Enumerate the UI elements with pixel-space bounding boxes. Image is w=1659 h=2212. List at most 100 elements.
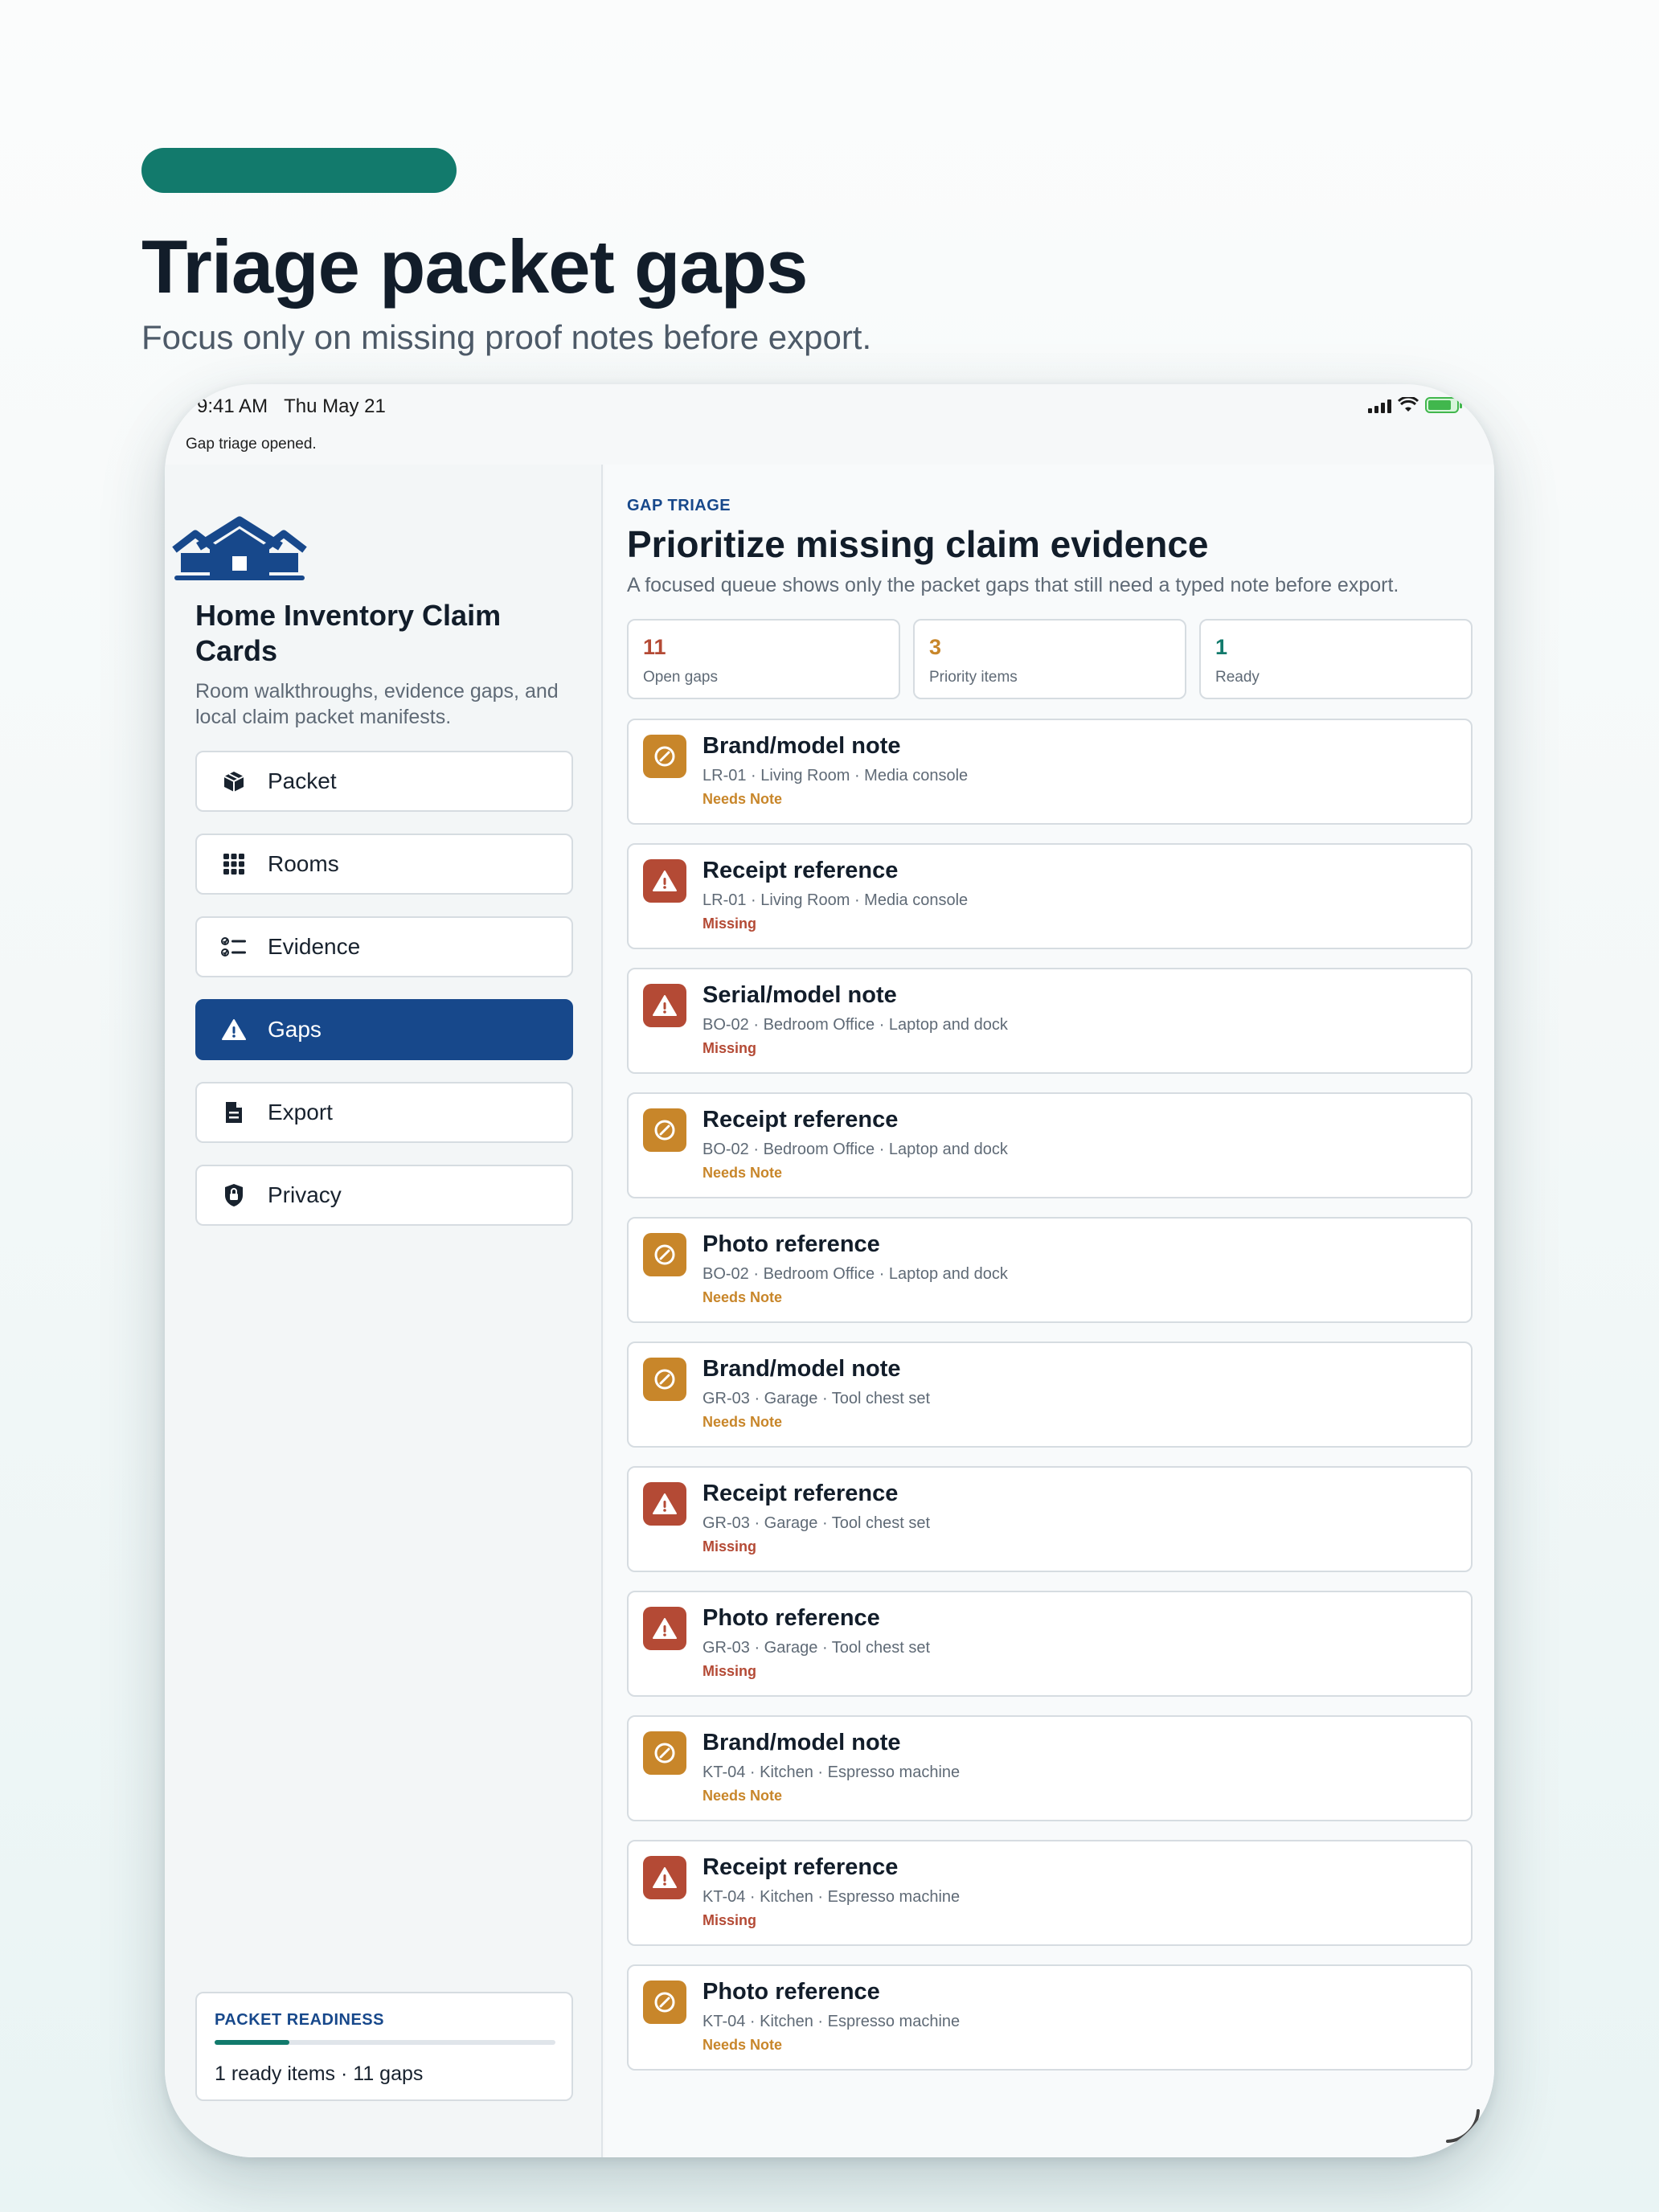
gap-card[interactable]: Receipt reference BO-02 · Bedroom Office … (627, 1092, 1473, 1198)
stat-value: 1 (1215, 635, 1228, 659)
battery-icon (1425, 397, 1462, 413)
sidebar-item-label: Export (268, 1100, 333, 1124)
gap-meta: BO-02 · Bedroom Office · Laptop and dock (703, 1265, 1008, 1283)
gap-meta: KT-04 · Kitchen · Espresso machine (703, 2013, 961, 2030)
gap-title: Receipt reference (703, 858, 899, 883)
missing-warning-icon (643, 1856, 686, 1899)
gap-card[interactable]: Serial/model note BO-02 · Bedroom Office … (627, 968, 1473, 1074)
stat-label: Priority items (929, 669, 1018, 686)
status-indicators (1368, 397, 1462, 413)
stat-value: 3 (929, 635, 942, 659)
readiness-summary: 1 ready items · 11 gaps (215, 2062, 424, 2085)
sidebar-item-label: Evidence (268, 934, 361, 959)
readiness-progress-bar (215, 2040, 555, 2045)
gap-title: Photo reference (703, 1979, 880, 2005)
gap-meta: KT-04 · Kitchen · Espresso machine (703, 1888, 961, 1906)
app-title: Home Inventory Claim Cards (195, 599, 502, 667)
sidebar-item-label: Privacy (268, 1182, 342, 1207)
gap-title: Receipt reference (703, 1107, 899, 1133)
gap-card[interactable]: Photo reference BO-02 · Bedroom Office · … (627, 1217, 1473, 1323)
needs-note-icon (643, 1358, 686, 1401)
status-time: 9:41 AM Thu May 21 (197, 395, 386, 417)
page-description: A focused queue shows only the packet ga… (627, 574, 1399, 596)
gap-card[interactable]: Photo reference KT-04 · Kitchen · Espress… (627, 1964, 1473, 2071)
checklist-icon (218, 931, 250, 963)
hero-title: Triage packet gaps (141, 224, 808, 309)
gap-card[interactable]: Brand/model note KT-04 · Kitchen · Espres… (627, 1715, 1473, 1821)
gap-meta: BO-02 · Bedroom Office · Laptop and dock (703, 1016, 1008, 1034)
tablet-frame: 9:41 AM Thu May 21 Gap triage opened. Ho… (165, 384, 1494, 2157)
stat-priority-items: 3 Priority items (913, 619, 1186, 699)
stats-row: 11 Open gaps 3 Priority items 1 Ready (627, 619, 1473, 699)
sidebar-item-packet[interactable]: Packet (195, 751, 573, 812)
gap-meta: BO-02 · Bedroom Office · Laptop and dock (703, 1141, 1008, 1158)
house-logo-icon (171, 516, 308, 584)
gap-list: Brand/model note LR-01 · Living Room · Me… (627, 719, 1473, 2089)
readiness-progress-fill (215, 2040, 290, 2045)
packet-readiness-card: PACKET READINESS 1 ready items · 11 gaps (195, 1992, 573, 2101)
missing-warning-icon (643, 984, 686, 1027)
gap-status: Missing (703, 1538, 757, 1555)
sidebar-item-rooms[interactable]: Rooms (195, 834, 573, 895)
sidebar-item-label: Packet (268, 768, 337, 793)
gap-card[interactable]: Receipt reference KT-04 · Kitchen · Espre… (627, 1840, 1473, 1946)
gap-card[interactable]: Photo reference GR-03 · Garage · Tool che… (627, 1591, 1473, 1697)
missing-warning-icon (643, 859, 686, 903)
sidebar-item-privacy[interactable]: Privacy (195, 1165, 573, 1226)
grid-icon (218, 848, 250, 880)
missing-warning-icon (643, 1607, 686, 1650)
resize-corner-icon (1446, 2109, 1480, 2143)
gap-card[interactable]: Receipt reference LR-01 · Living Room · M… (627, 843, 1473, 949)
gap-status: Missing (703, 1040, 757, 1056)
gap-status: Missing (703, 916, 757, 932)
gap-title: Brand/model note (703, 1356, 901, 1382)
gap-meta: GR-03 · Garage · Tool chest set (703, 1514, 931, 1532)
gap-meta: LR-01 · Living Room · Media console (703, 767, 969, 784)
gap-status: Needs Note (703, 1414, 783, 1430)
main-content: GAP TRIAGE Prioritize missing claim evid… (604, 465, 1494, 2157)
stat-ready: 1 Ready (1199, 619, 1473, 699)
needs-note-icon (643, 1233, 686, 1276)
gap-status: Missing (703, 1663, 757, 1679)
sidebar-item-label: Gaps (268, 1017, 322, 1042)
sidebar: Home Inventory Claim Cards Room walkthro… (165, 465, 603, 2157)
gap-card[interactable]: Brand/model note LR-01 · Living Room · Me… (627, 719, 1473, 825)
needs-note-icon (643, 1108, 686, 1152)
gap-status: Needs Note (703, 791, 783, 807)
gap-status: Needs Note (703, 1289, 783, 1305)
app-description: Room walkthroughs, evidence gaps, and lo… (195, 680, 559, 728)
gap-meta: KT-04 · Kitchen · Espresso machine (703, 1763, 961, 1781)
hero-accent-pill (141, 148, 457, 193)
gap-meta: GR-03 · Garage · Tool chest set (703, 1390, 931, 1407)
sidebar-item-gaps[interactable]: Gaps (195, 999, 573, 1060)
gap-status: Missing (703, 1912, 757, 1928)
gap-title: Brand/model note (703, 733, 901, 759)
gap-card[interactable]: Receipt reference GR-03 · Garage · Tool c… (627, 1466, 1473, 1572)
gap-title: Photo reference (703, 1605, 880, 1631)
page-title: Prioritize missing claim evidence (627, 523, 1209, 565)
gap-title: Photo reference (703, 1231, 880, 1257)
readiness-label: PACKET READINESS (215, 2011, 384, 2029)
signal-icon (1368, 399, 1391, 413)
wifi-icon (1398, 397, 1419, 412)
box-icon (218, 765, 250, 797)
missing-warning-icon (643, 1482, 686, 1526)
stat-label: Ready (1215, 669, 1260, 686)
needs-note-icon (643, 1731, 686, 1775)
lock-shield-icon (218, 1179, 250, 1211)
gap-title: Brand/model note (703, 1730, 901, 1755)
toast-message: Gap triage opened. (186, 436, 317, 453)
warning-icon (218, 1014, 250, 1046)
sidebar-nav: Packet Rooms Evidence Gaps Export Privac… (195, 751, 573, 1247)
document-icon (218, 1096, 250, 1129)
gap-card[interactable]: Brand/model note GR-03 · Garage · Tool ch… (627, 1342, 1473, 1448)
needs-note-icon (643, 735, 686, 778)
hero-subtitle: Focus only on missing proof notes before… (141, 318, 872, 356)
gap-status: Needs Note (703, 1788, 783, 1804)
stat-open-gaps: 11 Open gaps (627, 619, 900, 699)
sidebar-item-export[interactable]: Export (195, 1082, 573, 1143)
sidebar-item-evidence[interactable]: Evidence (195, 916, 573, 977)
gap-title: Receipt reference (703, 1481, 899, 1506)
gap-meta: GR-03 · Garage · Tool chest set (703, 1639, 931, 1657)
gap-status: Needs Note (703, 1165, 783, 1181)
